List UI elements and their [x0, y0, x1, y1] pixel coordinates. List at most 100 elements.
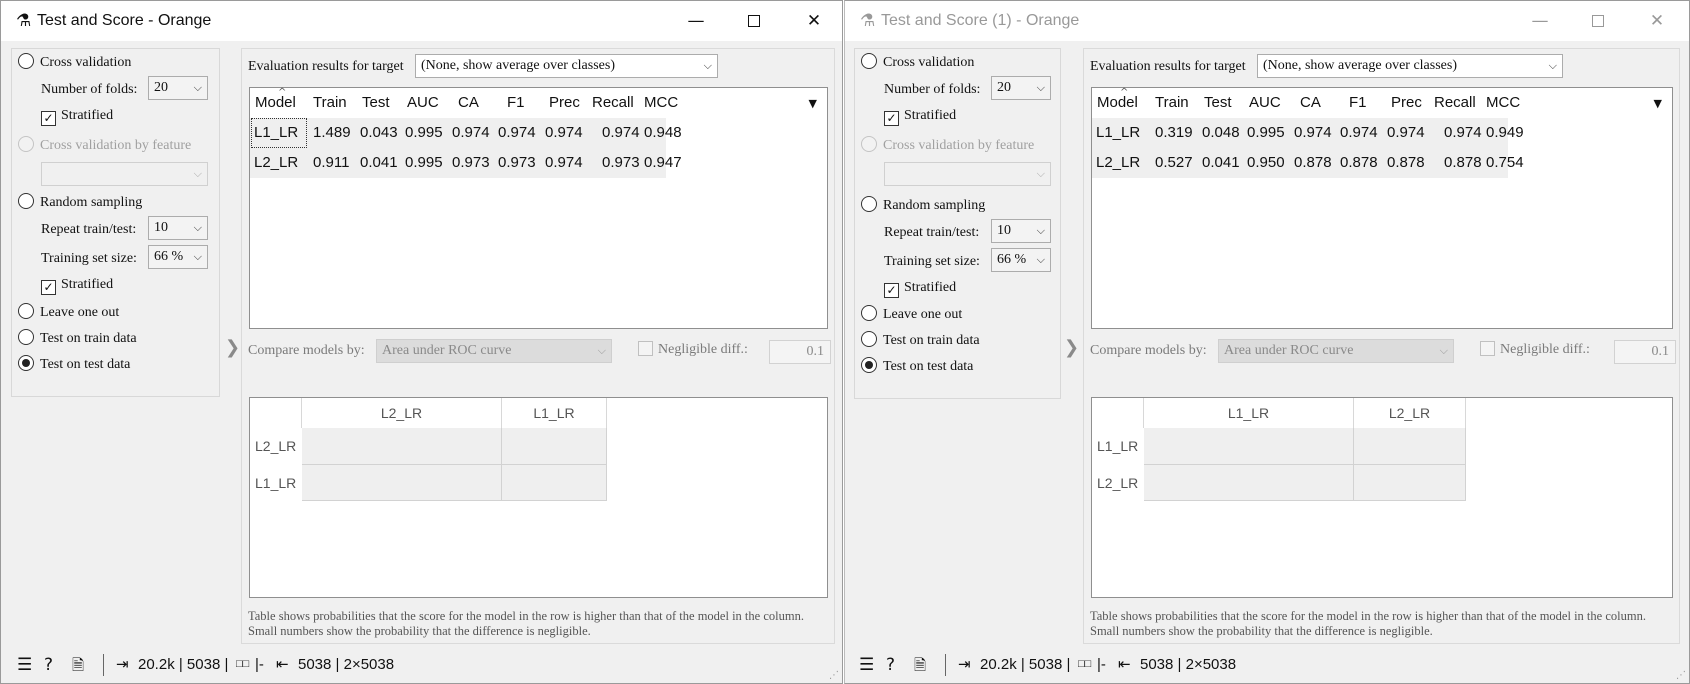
stratified-checkbox[interactable]: ✓ Stratified [884, 108, 956, 126]
training-size-combo[interactable]: 66 % ⌵ [148, 245, 208, 269]
column-header[interactable]: AUC [1249, 94, 1281, 111]
help-icon[interactable]: ? [44, 655, 53, 675]
row-header: L1_LR [1097, 438, 1139, 454]
radio-icon [18, 136, 34, 152]
close-button[interactable]: ✕ [1634, 5, 1680, 37]
resize-grip-icon[interactable]: ⋰ [829, 670, 839, 681]
repeat-combo[interactable]: 10 ⌵ [148, 216, 208, 240]
column-header[interactable]: F1 [507, 94, 525, 111]
feature-combo[interactable]: ⌵ [884, 162, 1051, 186]
training-size-combo[interactable]: 66 % ⌵ [991, 248, 1051, 272]
evaluation-results-table[interactable]: ^ Model Train Test AUC CA F1 Prec Recall… [1091, 87, 1673, 329]
title-bar[interactable]: ⚗ Test and Score (1) - Orange — ✕ [845, 1, 1689, 41]
stratified2-checkbox[interactable]: ✓ Stratified [884, 280, 956, 298]
cross-validation-radio[interactable]: Cross validation [18, 53, 131, 71]
table-icon: □□ [1078, 658, 1092, 670]
table-menu-icon[interactable]: ▼ [809, 97, 817, 110]
column-header[interactable]: Model [1097, 94, 1138, 111]
minimize-button[interactable]: — [673, 5, 719, 37]
table-cell: 0.974 [602, 124, 640, 141]
column-header[interactable]: Prec [1391, 94, 1422, 111]
test-on-train-radio[interactable]: Test on train data [18, 329, 137, 347]
negligible-diff-input[interactable]: 0.1 [769, 340, 831, 364]
menu-icon[interactable]: ☰ [859, 655, 874, 675]
folds-combo[interactable]: 20 ⌵ [991, 76, 1051, 100]
maximize-button[interactable] [731, 5, 777, 37]
menu-icon[interactable]: ☰ [17, 655, 32, 675]
cv-by-feature-radio[interactable]: Cross validation by feature [861, 136, 1034, 154]
repeat-combo[interactable]: 10 ⌵ [991, 219, 1051, 243]
cross-validation-radio[interactable]: Cross validation [861, 53, 974, 71]
column-header[interactable]: Test [362, 94, 390, 111]
table-icon: □□ [236, 658, 250, 670]
report-icon[interactable]: 🗎 [72, 655, 84, 680]
leave-one-out-radio[interactable]: Leave one out [861, 305, 962, 323]
negligible-diff-checkbox[interactable]: Negligible diff.: [638, 341, 748, 358]
table-cell: 0.527 [1155, 154, 1193, 171]
target-class-combo[interactable]: (None, show average over classes) ⌵ [415, 54, 718, 78]
table-cell: L1_LR [254, 124, 299, 141]
feature-combo[interactable]: ⌵ [41, 162, 208, 186]
chevron-right-icon[interactable]: ❯ [225, 337, 240, 358]
stratified-checkbox[interactable]: ✓ Stratified [41, 108, 113, 126]
radio-icon [18, 193, 34, 209]
random-sampling-radio[interactable]: Random sampling [861, 196, 985, 214]
maximize-button[interactable] [1575, 5, 1621, 37]
table-menu-icon[interactable]: ▼ [1654, 97, 1662, 110]
column-header[interactable]: Recall [592, 94, 634, 111]
random-sampling-radio[interactable]: Random sampling [18, 193, 142, 211]
help-icon[interactable]: ? [886, 655, 895, 675]
compare-score-combo[interactable]: Area under ROC curve ⌵ [1218, 339, 1454, 363]
column-header[interactable]: Recall [1434, 94, 1476, 111]
report-icon[interactable]: 🗎 [914, 655, 926, 680]
table-cell: 0.878 [1444, 154, 1482, 171]
stratified2-checkbox[interactable]: ✓ Stratified [41, 277, 113, 295]
leave-one-out-radio[interactable]: Leave one out [18, 303, 119, 321]
folds-combo[interactable]: 20 ⌵ [148, 76, 208, 100]
column-header[interactable]: MCC [1486, 94, 1520, 111]
column-header[interactable]: AUC [407, 94, 439, 111]
chevron-down-icon: ⌵ [193, 250, 202, 263]
table-cell: L2_LR [254, 154, 299, 171]
chevron-right-icon[interactable]: ❯ [1064, 337, 1079, 358]
table-cell: 0.973 [498, 154, 536, 171]
column-header[interactable]: Test [1204, 94, 1232, 111]
compare-score-combo[interactable]: Area under ROC curve ⌵ [376, 339, 612, 363]
table-cell: 0.995 [405, 154, 443, 171]
status-bar: ☰ ? 🗎 ⇥ 20.2k | 5038 | □□ |- ⇤ 5038 | 2×… [845, 646, 1689, 683]
model-comparison-table[interactable]: L2_LR L1_LR L2_LR L1_LR [249, 397, 828, 598]
column-header[interactable]: MCC [644, 94, 678, 111]
table-cell: 0.973 [602, 154, 640, 171]
cv-by-feature-radio[interactable]: Cross validation by feature [18, 136, 191, 154]
test-on-test-radio[interactable]: Test on test data [861, 357, 973, 375]
table-cell: 0.947 [644, 154, 682, 171]
chevron-down-icon: ⌵ [1439, 344, 1448, 357]
column-header[interactable]: Train [1155, 94, 1189, 111]
minimize-button[interactable]: — [1517, 5, 1563, 37]
repeat-label: Repeat train/test: [884, 225, 980, 240]
negligible-diff-input[interactable]: 0.1 [1614, 340, 1676, 364]
test-on-test-radio[interactable]: Test on test data [18, 355, 130, 373]
column-header[interactable]: Prec [549, 94, 580, 111]
table-cell: 0.973 [452, 154, 490, 171]
target-class-combo[interactable]: (None, show average over classes) ⌵ [1257, 54, 1563, 78]
column-header: L1_LR [1144, 398, 1354, 428]
column-header[interactable]: CA [458, 94, 479, 111]
resize-grip-icon[interactable]: ⋰ [1676, 670, 1686, 681]
table-cell: 0.974 [545, 154, 583, 171]
column-header[interactable]: Model [255, 94, 296, 111]
negligible-diff-checkbox[interactable]: Negligible diff.: [1480, 341, 1590, 358]
compare-models-label: Compare models by: [248, 343, 365, 358]
orange-flask-icon: ⚗ [860, 11, 876, 30]
column-header: L2_LR [302, 398, 502, 428]
close-button[interactable]: ✕ [791, 5, 837, 37]
model-comparison-table[interactable]: L1_LR L2_LR L1_LR L2_LR [1091, 397, 1673, 598]
test-on-train-radio[interactable]: Test on train data [861, 331, 980, 349]
comparison-cell [1354, 428, 1466, 465]
column-header[interactable]: CA [1300, 94, 1321, 111]
column-header[interactable]: Train [313, 94, 347, 111]
evaluation-results-table[interactable]: ^ Model Train Test AUC CA F1 Prec Recall… [249, 87, 828, 329]
column-header[interactable]: F1 [1349, 94, 1367, 111]
title-bar[interactable]: ⚗ Test and Score - Orange — ✕ [1, 1, 842, 41]
radio-icon [18, 303, 34, 319]
